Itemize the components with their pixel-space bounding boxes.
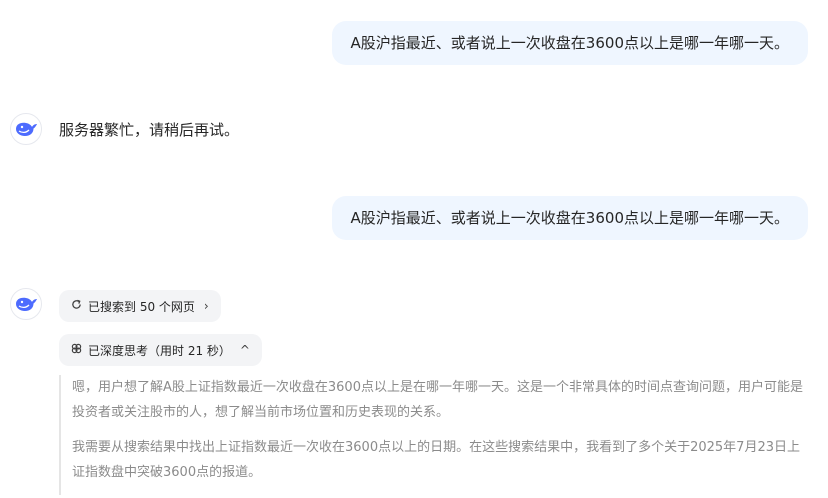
chevron-up-icon: ^ bbox=[239, 343, 250, 357]
assistant-avatar bbox=[10, 288, 42, 320]
refresh-search-icon bbox=[71, 299, 82, 313]
whale-logo-icon bbox=[16, 122, 37, 136]
user-message-text: A股沪指最近、或者说上一次收盘在3600点以上是哪一年哪一天。 bbox=[350, 209, 789, 227]
thought-paragraph: 嗯，用户想了解A股上证指数最近一次收盘在3600点以上是在哪一年哪一天。这是一个… bbox=[72, 380, 803, 420]
whale-logo-icon bbox=[16, 297, 37, 311]
user-message-text: A股沪指最近、或者说上一次收盘在3600点以上是哪一年哪一天。 bbox=[350, 34, 789, 52]
thought-paragraph: 我需要从搜索结果中找出上证指数最近一次收在3600点以上的日期。在这些搜索结果中… bbox=[72, 440, 800, 480]
assistant-avatar bbox=[10, 113, 42, 145]
thinking-content: 嗯，用户想了解A股上证指数最近一次收盘在3600点以上是在哪一年哪一天。这是一个… bbox=[59, 375, 809, 495]
deep-think-label: 已深度思考（用时 21 秒） bbox=[88, 343, 231, 358]
user-message-bubble: A股沪指最近、或者说上一次收盘在3600点以上是哪一年哪一天。 bbox=[331, 196, 808, 240]
assistant-message-text: 服务器繁忙，请稍后再试。 bbox=[59, 121, 240, 139]
search-results-button[interactable]: 已搜索到 50 个网页 › bbox=[59, 290, 221, 322]
search-results-label: 已搜索到 50 个网页 bbox=[88, 299, 195, 314]
chevron-right-icon: › bbox=[203, 299, 209, 313]
user-message-bubble: A股沪指最近、或者说上一次收盘在3600点以上是哪一年哪一天。 bbox=[331, 21, 808, 65]
deep-think-toggle[interactable]: 已深度思考（用时 21 秒） ^ bbox=[59, 334, 262, 366]
think-icon bbox=[71, 343, 82, 357]
